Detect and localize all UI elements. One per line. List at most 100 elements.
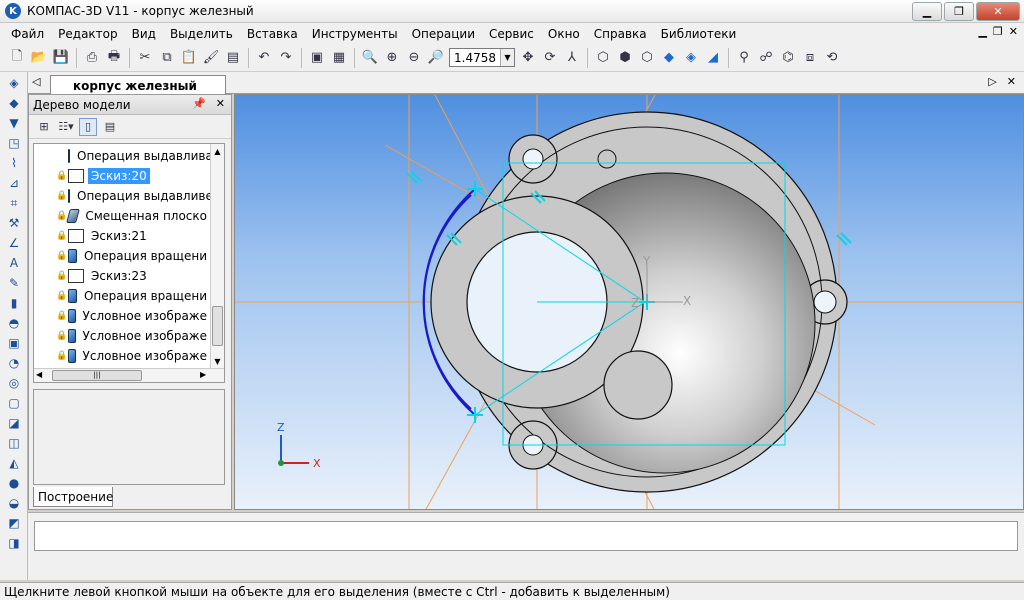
tree-item[interactable]: 🔒 Условное изображе bbox=[34, 326, 210, 346]
orientation-icon[interactable]: ⅄ bbox=[562, 48, 582, 68]
zoom-scale-icon[interactable]: 🔎 bbox=[426, 48, 446, 68]
pan-icon[interactable]: ✥ bbox=[518, 48, 538, 68]
fillet-tool-icon[interactable]: ◔ bbox=[3, 354, 25, 372]
model-canvas[interactable]: X Y Z Z X bbox=[235, 95, 1024, 510]
tree-item[interactable]: 🔒 Эскиз:23 bbox=[34, 266, 210, 286]
rotate-icon[interactable]: ⟳ bbox=[540, 48, 560, 68]
axis-icon[interactable]: ⌇ bbox=[3, 154, 25, 172]
markup-icon[interactable]: ✎ bbox=[3, 274, 25, 292]
mirror-tool-icon[interactable]: ◭ bbox=[3, 454, 25, 472]
hammer-icon[interactable]: ⚒ bbox=[3, 214, 25, 232]
tree-item[interactable]: 🔒 Операция выдавливе bbox=[34, 186, 210, 206]
maximize-button[interactable]: ❐ bbox=[944, 2, 974, 21]
scroll-thumb[interactable]: ||| bbox=[52, 370, 142, 381]
tree-vertical-scrollbar[interactable]: ▲ ▼ bbox=[210, 144, 224, 368]
scroll-up-icon[interactable]: ▲ bbox=[211, 144, 224, 158]
tree-item-selected[interactable]: 🔒 Эскиз:20 bbox=[34, 166, 210, 186]
print-preview-icon[interactable]: ⎙ bbox=[82, 48, 102, 68]
tree-filter-icon[interactable]: ▤ bbox=[101, 118, 119, 136]
mdi-minimize-button[interactable]: ▁ bbox=[978, 25, 986, 38]
menu-editor[interactable]: Редактор bbox=[51, 27, 124, 41]
menu-select[interactable]: Выделить bbox=[163, 27, 240, 41]
scroll-down-icon[interactable]: ▼ bbox=[211, 354, 224, 368]
refresh-icon[interactable]: ⟲ bbox=[822, 48, 842, 68]
extrude-tool-icon[interactable]: ▮ bbox=[3, 294, 25, 312]
scroll-right-icon[interactable]: ▶ bbox=[200, 370, 206, 379]
chevron-left-icon[interactable]: ◁ bbox=[32, 75, 40, 88]
library-icon[interactable]: ⌬ bbox=[778, 48, 798, 68]
copy-icon[interactable]: ⧉ bbox=[157, 48, 177, 68]
paste-icon[interactable]: 📋 bbox=[179, 48, 199, 68]
tree-item[interactable]: 🔒 Эскиз:21 bbox=[34, 226, 210, 246]
tree-mode-icon[interactable]: ☷▾ bbox=[57, 118, 75, 136]
hole-tool-icon[interactable]: ◎ bbox=[3, 374, 25, 392]
measure-icon[interactable]: ◳ bbox=[3, 134, 25, 152]
constraints-icon[interactable]: ⊿ bbox=[3, 174, 25, 192]
pin-icon[interactable]: 📌 bbox=[192, 97, 206, 110]
new-document-icon[interactable]: 🗋 bbox=[7, 48, 27, 68]
tree-item[interactable]: 🔒 Операция вращени bbox=[34, 246, 210, 266]
zoom-window-icon[interactable]: 🔍 bbox=[360, 48, 380, 68]
loft-tool-icon[interactable]: ▣ bbox=[3, 334, 25, 352]
array-tool-icon[interactable]: ◫ bbox=[3, 434, 25, 452]
text-icon[interactable]: A bbox=[3, 254, 25, 272]
format-brush-icon[interactable]: 🖌 bbox=[201, 48, 221, 68]
component-tool-icon[interactable]: ◩ bbox=[3, 514, 25, 532]
minimize-button[interactable]: ▁ bbox=[912, 2, 942, 21]
tree-item[interactable]: 🔒 Смещенная плоско bbox=[34, 206, 210, 226]
hidden-thin-icon[interactable]: ⬡ bbox=[637, 48, 657, 68]
mdi-restore-button[interactable]: ❐ bbox=[993, 25, 1003, 38]
redo-icon[interactable]: ↷ bbox=[276, 48, 296, 68]
perspective-icon[interactable]: ◢ bbox=[703, 48, 723, 68]
tab-document[interactable]: корпус железный bbox=[50, 75, 226, 95]
menu-insert[interactable]: Вставка bbox=[240, 27, 305, 41]
menu-service[interactable]: Сервис bbox=[482, 27, 541, 41]
menu-view[interactable]: Вид bbox=[125, 27, 163, 41]
scroll-left-icon[interactable]: ◀ bbox=[36, 370, 42, 379]
menu-tools[interactable]: Инструменты bbox=[305, 27, 405, 41]
scroll-thumb[interactable] bbox=[212, 306, 223, 346]
properties-icon[interactable]: ▤ bbox=[223, 48, 243, 68]
menu-window[interactable]: Окно bbox=[541, 27, 587, 41]
tree-item[interactable]: 🔒 Операция вращени bbox=[34, 286, 210, 306]
zoom-combo[interactable]: 1.4758 ▼ bbox=[449, 48, 515, 67]
mdi-close-button[interactable]: ✕ bbox=[1009, 25, 1018, 38]
tree-horizontal-scrollbar[interactable]: ◀ ||| ▶ bbox=[34, 368, 224, 382]
shell-tool-icon[interactable]: ▢ bbox=[3, 394, 25, 412]
variables-icon[interactable]: ▦ bbox=[329, 48, 349, 68]
open-folder-icon[interactable]: 📂 bbox=[29, 48, 49, 68]
zoom-in-icon[interactable]: ⊕ bbox=[382, 48, 402, 68]
filter-icon[interactable]: ⚲ bbox=[734, 48, 754, 68]
panel-close-icon[interactable]: ✕ bbox=[216, 97, 225, 110]
zoom-out-icon[interactable]: ⊖ bbox=[404, 48, 424, 68]
undo-icon[interactable]: ↶ bbox=[254, 48, 274, 68]
snap-icon[interactable]: ☍ bbox=[756, 48, 776, 68]
symbols-icon[interactable]: ∠ bbox=[3, 234, 25, 252]
menu-libraries[interactable]: Библиотеки bbox=[654, 27, 744, 41]
save-icon[interactable]: 💾 bbox=[51, 48, 71, 68]
chevron-down-icon[interactable]: ▼ bbox=[500, 49, 514, 66]
dimensions-icon[interactable]: ⌗ bbox=[3, 194, 25, 212]
cut-icon[interactable]: ✂ bbox=[135, 48, 155, 68]
section-tool-icon[interactable]: ◒ bbox=[3, 494, 25, 512]
menu-operations[interactable]: Операции bbox=[405, 27, 482, 41]
layers-icon[interactable]: ⧈ bbox=[800, 48, 820, 68]
menu-help[interactable]: Справка bbox=[587, 27, 654, 41]
model-viewport[interactable]: X Y Z Z X bbox=[234, 94, 1024, 510]
tree-structure-icon[interactable]: ⊞ bbox=[35, 118, 53, 136]
manager-icon[interactable]: ▣ bbox=[307, 48, 327, 68]
command-input-field[interactable] bbox=[34, 521, 1018, 551]
menu-file[interactable]: Файл bbox=[4, 27, 51, 41]
rib-tool-icon[interactable]: ◪ bbox=[3, 414, 25, 432]
revolve-tool-icon[interactable]: ◓ bbox=[3, 314, 25, 332]
tree-item[interactable]: 🔒 Условное изображе bbox=[34, 346, 210, 366]
sphere-tool-icon[interactable]: ● bbox=[3, 474, 25, 492]
spatial-curves-icon[interactable]: ◆ bbox=[3, 94, 25, 112]
tree-item[interactable]: 🔒Операция выдавлива bbox=[34, 146, 210, 166]
assembly-tool-icon[interactable]: ◨ bbox=[3, 534, 25, 552]
zoom-input[interactable]: 1.4758 bbox=[450, 50, 500, 65]
shaded-icon[interactable]: ◆ bbox=[659, 48, 679, 68]
tree-view-icon[interactable]: ▯ bbox=[79, 117, 97, 136]
filter-icon[interactable]: ▼ bbox=[3, 114, 25, 132]
tree-item[interactable]: 🔒 Условное изображе bbox=[34, 306, 210, 326]
